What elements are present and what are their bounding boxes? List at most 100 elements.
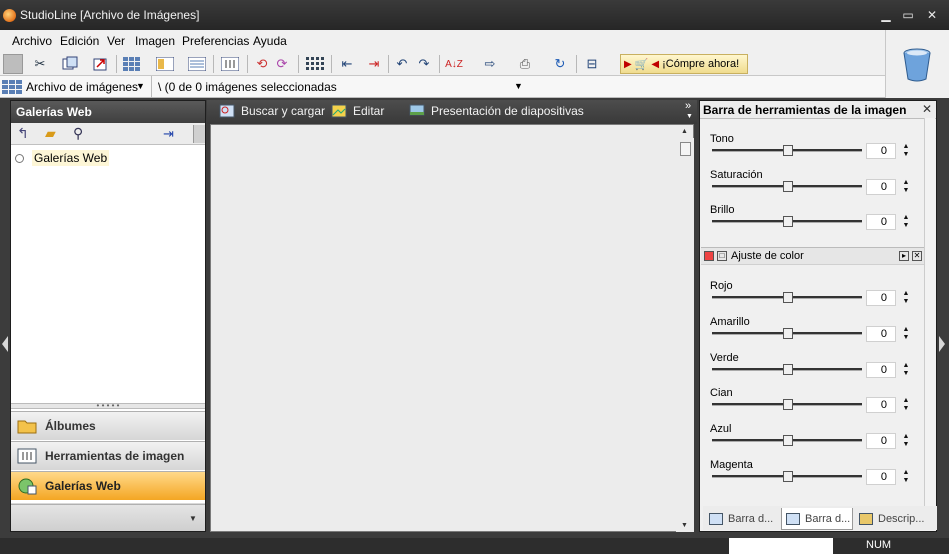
slider-thumb[interactable] <box>783 364 793 375</box>
slider-thumb[interactable] <box>783 399 793 410</box>
slider-value-input[interactable]: 0 <box>866 143 896 159</box>
menu-ver[interactable]: Ver <box>107 34 125 48</box>
tab-editar[interactable]: Editar <box>331 104 384 118</box>
menu-preferencias[interactable]: Preferencias <box>182 34 249 48</box>
slider-amarillo: Amarillo 0 ▲ ▼ <box>710 316 924 352</box>
exit-icon[interactable]: ⇥ <box>163 126 174 142</box>
grid-view-icon[interactable] <box>122 54 142 74</box>
new-folder-icon[interactable]: ▰ <box>45 125 56 142</box>
tree-item-galerias-web[interactable]: Galerías Web <box>15 150 110 166</box>
color-adjust-icon[interactable] <box>704 251 714 261</box>
tab-galerias-web[interactable]: Galerías Web <box>11 471 205 500</box>
slider-value-input[interactable]: 0 <box>866 362 896 378</box>
center-scroll-thumb[interactable] <box>680 142 691 156</box>
cut-icon[interactable]: ✂ <box>30 54 50 74</box>
slider-value-input[interactable]: 0 <box>866 469 896 485</box>
reset-icon[interactable]: □ <box>717 251 727 261</box>
slider-thumb[interactable] <box>783 292 793 303</box>
more-tabs-icon[interactable]: » <box>685 100 691 112</box>
buy-now-button[interactable]: ▶ 🛒 ◀ ¡Cómpre ahora! <box>620 54 748 74</box>
archive-select[interactable]: Archivo de imágenes ▼ <box>0 76 152 97</box>
slider-thumb[interactable] <box>783 181 793 192</box>
tab-descripcion[interactable]: Descrip... <box>855 508 933 530</box>
close-button[interactable]: ✕ <box>924 8 940 22</box>
spinner-icon[interactable]: ▲ ▼ <box>902 469 910 485</box>
tree-item-radio[interactable] <box>15 153 24 163</box>
scroll-down-icon[interactable]: ▼ <box>681 522 688 529</box>
maximize-button[interactable]: ▭ <box>900 8 916 22</box>
slider-value-input[interactable]: 0 <box>866 290 896 306</box>
list-view-icon[interactable] <box>187 54 207 74</box>
spinner-icon[interactable]: ▲ ▼ <box>902 433 910 449</box>
collapse-right-icon[interactable] <box>939 336 945 352</box>
slider-brillo: Brillo 0 ▲ ▼ <box>710 204 924 240</box>
right-panel-scrollbar[interactable] <box>924 118 935 508</box>
sort-icon[interactable]: A↓Z <box>444 54 464 74</box>
close-icon[interactable]: ✕ <box>922 102 932 116</box>
slider-thumb[interactable] <box>783 145 793 156</box>
expand-icon[interactable]: ▸ <box>899 251 909 261</box>
scroll-up-icon[interactable]: ▲ <box>681 128 688 135</box>
view-toggle-icon[interactable] <box>3 54 23 74</box>
slider-value-input[interactable]: 0 <box>866 179 896 195</box>
slider-thumb[interactable] <box>783 216 793 227</box>
spinner-icon[interactable]: ▲ ▼ <box>902 362 910 378</box>
import-icon[interactable] <box>60 54 80 74</box>
image-toolbar-panel: Barra de herramientas de la imagen ✕ Ton… <box>699 100 937 532</box>
export-icon[interactable] <box>90 54 110 74</box>
slider-value-input[interactable]: 0 <box>866 326 896 342</box>
menu-imagen[interactable]: Imagen <box>135 34 175 48</box>
slider-thumb[interactable] <box>783 328 793 339</box>
slider-thumb[interactable] <box>783 471 793 482</box>
spinner-icon[interactable]: ▲ ▼ <box>902 143 910 159</box>
undo-icon[interactable]: ↶ <box>392 54 412 74</box>
tab-buscar-y-cargar[interactable]: Buscar y cargar <box>219 104 325 118</box>
tab-barra-2[interactable]: Barra d... <box>781 508 853 530</box>
slider-value-input[interactable]: 0 <box>866 397 896 413</box>
rotate-left-icon[interactable]: ⟲ <box>252 54 272 74</box>
chevron-down-icon[interactable]: ▼ <box>686 113 693 120</box>
collapse-left-icon[interactable] <box>2 336 8 352</box>
slider-value-input[interactable]: 0 <box>866 214 896 230</box>
menu-edicion[interactable]: Edición <box>60 34 99 48</box>
menu-ayuda[interactable]: Ayuda <box>253 34 287 48</box>
chevron-down-icon[interactable]: ▼ <box>514 81 523 91</box>
next-icon[interactable]: ⇥ <box>364 54 384 74</box>
image-browser-area[interactable] <box>210 124 694 532</box>
chevron-down-icon[interactable]: ▼ <box>189 514 197 523</box>
up-level-icon[interactable]: ↰ <box>17 125 29 142</box>
slider-thumb[interactable] <box>783 435 793 446</box>
close-section-icon[interactable]: ✕ <box>912 251 922 261</box>
tab-herramientas-de-imagen[interactable]: Herramientas de imagen <box>11 441 205 470</box>
redo-icon[interactable]: ↷ <box>414 54 434 74</box>
search-icon[interactable]: ⚲ <box>73 125 83 142</box>
rotate-right-icon[interactable]: ⟳ <box>272 54 292 74</box>
spinner-icon[interactable]: ▲ ▼ <box>902 179 910 195</box>
spinner-icon[interactable]: ▲ ▼ <box>902 326 910 342</box>
print-icon[interactable]: ⎙ <box>515 54 535 74</box>
share-icon[interactable]: ⇨ <box>480 54 500 74</box>
panel-splitter[interactable]: • • • • • <box>11 402 205 410</box>
tab-presentacion[interactable]: Presentación de diapositivas <box>409 104 584 118</box>
spinner-icon[interactable]: ▲ ▼ <box>902 290 910 306</box>
detail-view-icon[interactable] <box>155 54 175 74</box>
center-scrollbar[interactable] <box>676 138 694 532</box>
menu-archivo[interactable]: Archivo <box>12 34 52 48</box>
slider-value-input[interactable]: 0 <box>866 433 896 449</box>
minimize-button[interactable]: ▁ <box>878 8 894 22</box>
spinner-icon[interactable]: ▲ ▼ <box>902 397 910 413</box>
refresh-icon[interactable]: ↻ <box>550 54 570 74</box>
adjust-tools-icon[interactable] <box>220 54 240 74</box>
previous-icon[interactable]: ⇤ <box>337 54 357 74</box>
toolbar-menu-button[interactable] <box>193 125 205 143</box>
buy-now-label: ¡Cómpre ahora! <box>662 58 740 70</box>
trash-icon[interactable] <box>902 48 932 82</box>
spinner-icon[interactable]: ▲ ▼ <box>902 214 910 230</box>
tab-barra-1[interactable]: Barra d... <box>705 508 779 530</box>
zoom-icon[interactable]: ⊟ <box>582 54 602 74</box>
selection-path-select[interactable]: \ (0 de 0 imágenes seleccionadas ▼ <box>152 76 530 97</box>
tab-descripcion-label: Descrip... <box>878 513 925 525</box>
chevron-down-icon[interactable]: ▼ <box>136 81 145 91</box>
tab-albumes[interactable]: Álbumes <box>11 411 205 440</box>
select-all-icon[interactable] <box>305 54 325 74</box>
